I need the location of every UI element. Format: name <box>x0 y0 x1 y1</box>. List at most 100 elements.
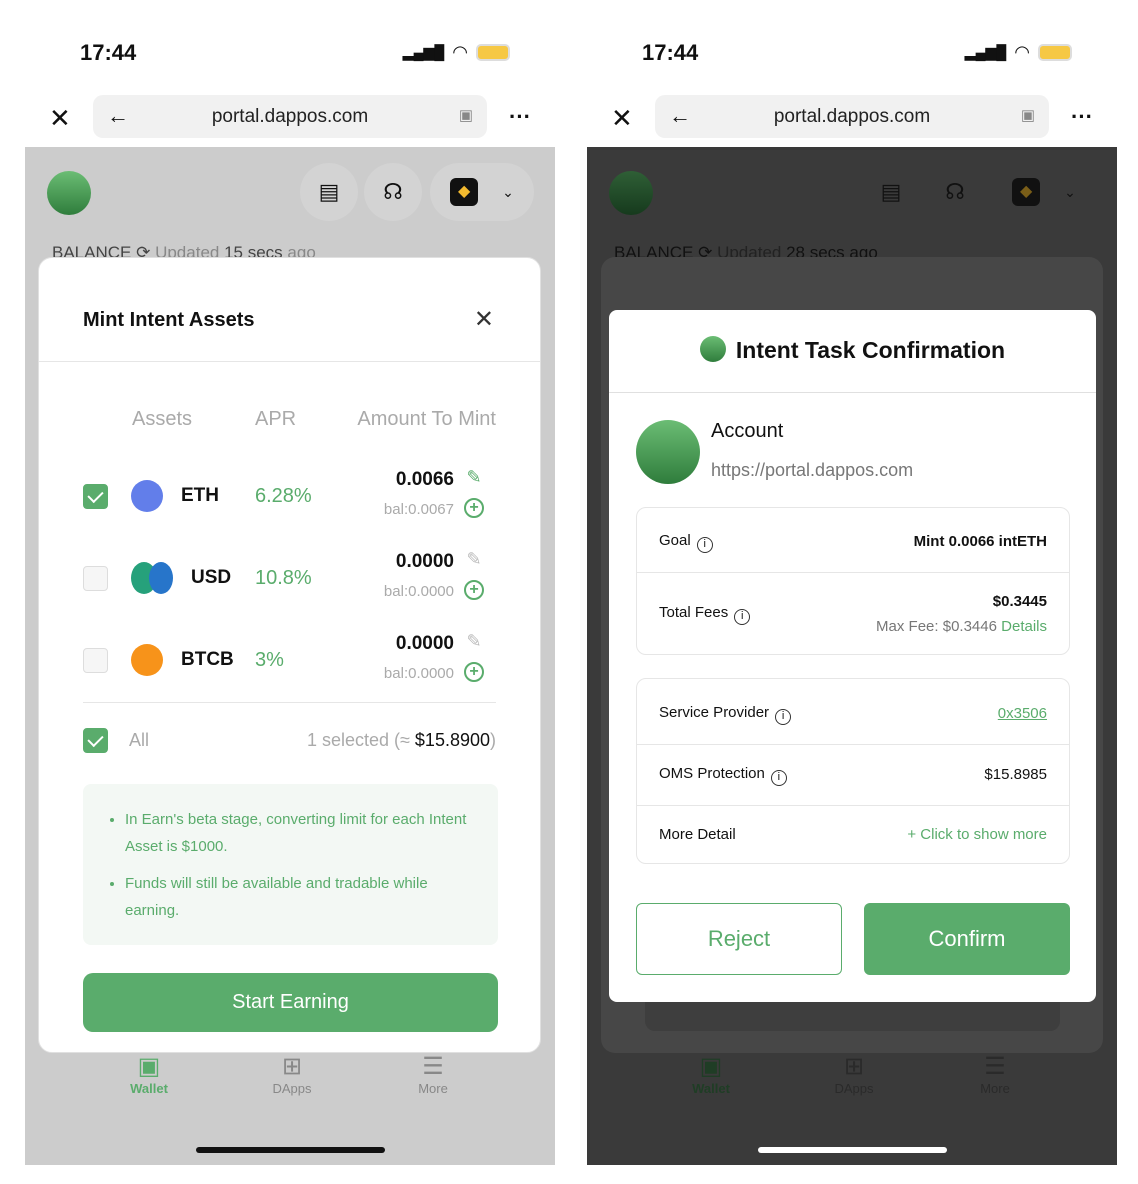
edit-icon[interactable]: ✎ <box>464 467 484 487</box>
dappos-logo <box>609 171 653 215</box>
selected-prefix: 1 selected (≈ <box>306 730 410 750</box>
oms-label: OMS Protection <box>659 765 765 782</box>
dialog-title: Intent Task Confirmation <box>609 336 1096 364</box>
grid-icon: ⊞ <box>281 1053 303 1080</box>
chain-selector[interactable]: ◆ ⌄ <box>992 163 1096 221</box>
asset-balance: bal:0.0067 <box>383 501 454 518</box>
close-icon[interactable]: ✕ <box>49 103 71 134</box>
nav-dapps-label: DApps <box>272 1081 312 1096</box>
usd-checkbox[interactable] <box>83 566 108 591</box>
asset-row-usd: USD 10.8% 0.0000 ✎ bal:0.0000 + <box>39 545 542 625</box>
selected-value: $15.8900 <box>414 730 490 750</box>
divider <box>39 361 540 362</box>
wifi-icon: ◠ <box>1014 42 1030 62</box>
amount-input[interactable]: 0.0000 <box>396 633 454 655</box>
asset-apr: 6.28% <box>255 485 312 507</box>
provider-label: Service Provider <box>659 704 770 721</box>
divider <box>83 702 496 703</box>
info-notes: In Earn's beta stage, converting limit f… <box>83 784 498 945</box>
show-more-link[interactable]: + Click to show more <box>907 826 1047 843</box>
amount-input[interactable]: 0.0000 <box>396 551 454 573</box>
nav-dapps[interactable]: ⊞ DApps <box>809 1052 899 1096</box>
bnb-chain-icon: ◆ <box>450 178 479 206</box>
nav-more-label: More <box>418 1081 448 1096</box>
header-amount: Amount To Mint <box>357 408 496 430</box>
nav-wallet[interactable]: ▣ Wallet <box>104 1052 194 1096</box>
asset-balance: bal:0.0000 <box>383 665 454 682</box>
more-menu-icon[interactable]: ··· <box>1071 104 1093 130</box>
nav-more[interactable]: ☰ More <box>388 1052 478 1096</box>
left-phone: 17:44 ▂▄▆█ ◠ ✕ ← portal.dappos.com ▣ ··· … <box>25 0 555 1184</box>
dialog-title-text: Intent Task Confirmation <box>735 337 1006 363</box>
info-icon[interactable]: i <box>734 609 751 625</box>
mint-modal: Mint Intent Assets ✕ Assets APR Amount T… <box>38 257 541 1053</box>
asset-apr: 3% <box>255 649 284 671</box>
select-all-checkbox[interactable] <box>83 728 108 753</box>
home-indicator <box>758 1147 947 1153</box>
fees-value: $0.3445 <box>992 593 1047 610</box>
goal-row: Goal i Mint 0.0066 intETH <box>637 508 1069 573</box>
asset-row-eth: ETH 6.28% 0.0066 ✎ bal:0.0067 + <box>39 463 542 543</box>
grid-icon: ⊞ <box>843 1053 865 1080</box>
history-button[interactable]: ▤ <box>300 163 358 221</box>
menu-icon: ☰ <box>422 1053 444 1080</box>
url-text: portal.dappos.com <box>773 106 931 127</box>
info-icon[interactable]: i <box>696 537 713 553</box>
confirmation-dialog: Intent Task Confirmation Account https:/… <box>609 310 1096 1002</box>
details-link[interactable]: Details <box>1001 618 1047 635</box>
amount-input[interactable]: 0.0066 <box>396 469 454 491</box>
account-logo <box>636 420 700 484</box>
nav-dapps-label: DApps <box>834 1081 874 1096</box>
btcb-icon <box>131 644 163 676</box>
url-bar[interactable]: ← portal.dappos.com ▣ <box>655 95 1049 138</box>
add-icon[interactable]: + <box>464 662 484 682</box>
account-url: https://portal.dappos.com <box>711 460 914 480</box>
url-bar[interactable]: ← portal.dappos.com ▣ <box>93 95 487 138</box>
add-icon[interactable]: + <box>464 498 484 518</box>
history-button[interactable]: ▤ <box>862 163 920 221</box>
history-icon: ▤ <box>880 179 902 204</box>
eth-checkbox[interactable] <box>83 484 108 509</box>
info-icon[interactable]: i <box>775 709 792 725</box>
more-menu-icon[interactable]: ··· <box>509 104 531 130</box>
asset-symbol: USD <box>191 567 232 588</box>
divider <box>609 392 1096 393</box>
headset-icon: ☊ <box>945 179 965 204</box>
status-time: 17:44 <box>80 40 137 65</box>
reject-button[interactable]: Reject <box>636 903 842 975</box>
info-icon[interactable]: i <box>770 770 787 786</box>
status-time: 17:44 <box>642 40 699 65</box>
edit-icon[interactable]: ✎ <box>464 631 484 651</box>
add-icon[interactable]: + <box>464 580 484 600</box>
edit-icon[interactable]: ✎ <box>464 549 484 569</box>
support-button[interactable]: ☊ <box>926 163 984 221</box>
support-button[interactable]: ☊ <box>364 163 422 221</box>
asset-balance: bal:0.0000 <box>383 583 454 600</box>
right-phone: 17:44 ▂▄▆█ ◠ ✕ ← portal.dappos.com ▣ ··· … <box>587 0 1117 1184</box>
close-icon[interactable]: ✕ <box>611 103 633 134</box>
translate-icon[interactable]: ▣ <box>1021 106 1035 124</box>
signal-icon: ▂▄▆█ <box>964 44 1007 60</box>
dappos-logo <box>47 171 91 215</box>
provider-link[interactable]: 0x3506 <box>998 705 1047 722</box>
nav-dapps[interactable]: ⊞ DApps <box>247 1052 337 1096</box>
translate-icon[interactable]: ▣ <box>459 106 473 124</box>
nav-wallet[interactable]: ▣ Wallet <box>666 1052 756 1096</box>
chevron-down-icon: ⌄ <box>1064 183 1076 200</box>
battery-icon <box>1038 44 1072 61</box>
nav-wallet-label: Wallet <box>692 1081 730 1096</box>
close-modal-icon[interactable]: ✕ <box>474 305 494 334</box>
more-detail-row: More Detail + Click to show more <box>637 806 1069 863</box>
modal-title: Mint Intent Assets <box>83 309 255 331</box>
provider-row: Service Provider i 0x3506 <box>637 679 1069 745</box>
nav-more[interactable]: ☰ More <box>950 1052 1040 1096</box>
confirm-button[interactable]: Confirm <box>864 903 1070 975</box>
history-icon: ▤ <box>318 179 340 204</box>
selected-summary: 1 selected (≈ $15.8900) <box>307 730 496 751</box>
start-earning-button[interactable]: Start Earning <box>83 973 498 1032</box>
status-icons: ▂▄▆█ ◠ <box>965 42 1072 63</box>
bnb-chain-icon: ◆ <box>1012 178 1041 206</box>
btcb-checkbox[interactable] <box>83 648 108 673</box>
chain-selector[interactable]: ◆ ⌄ <box>430 163 534 221</box>
dappos-logo-small <box>699 336 726 362</box>
